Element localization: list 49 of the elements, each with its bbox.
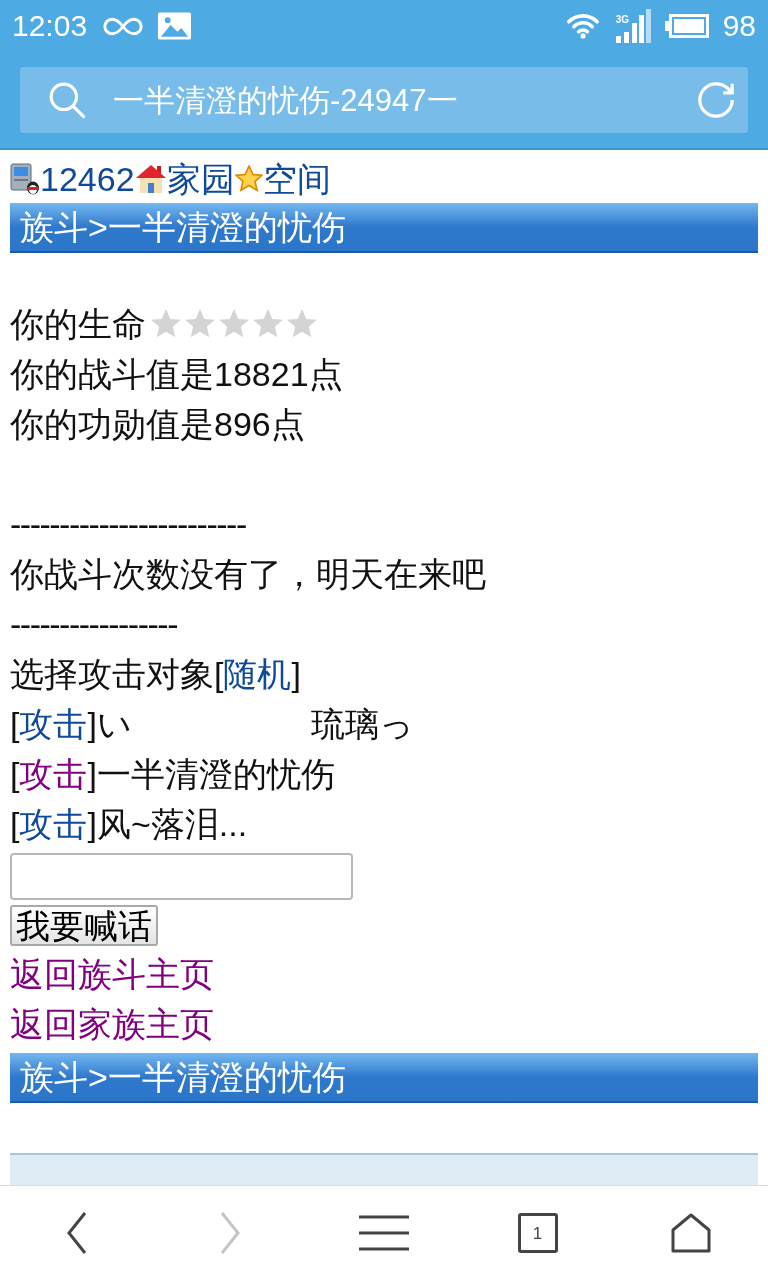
dashed-divider-text: ----------------- bbox=[10, 604, 177, 645]
star-icon bbox=[286, 309, 318, 339]
home-icon bbox=[671, 1213, 712, 1253]
page-title: 一半清澄的忧伤-24947一 bbox=[113, 84, 458, 116]
attack-link[interactable]: 攻击 bbox=[19, 705, 88, 743]
status-time: 12:03 bbox=[12, 11, 88, 41]
back-link[interactable]: 返回家族主页 bbox=[10, 1007, 214, 1041]
top-link[interactable]: 空间 bbox=[262, 162, 331, 196]
house-icon bbox=[134, 164, 167, 194]
back-link[interactable]: 返回族斗主页 bbox=[10, 957, 214, 991]
computer-icon bbox=[10, 163, 40, 195]
star-icon bbox=[252, 309, 284, 339]
chevron-right-icon bbox=[220, 1211, 241, 1255]
back-button[interactable] bbox=[66, 1211, 87, 1255]
attack-link[interactable]: 攻击 bbox=[19, 805, 88, 843]
search-icon bbox=[48, 81, 86, 119]
top-link[interactable]: 12462 bbox=[40, 162, 135, 196]
refresh-icon bbox=[698, 82, 734, 118]
battery-icon bbox=[664, 14, 709, 38]
notice-text: 你战斗次数没有了，明天在来吧 bbox=[10, 554, 486, 595]
star-icon bbox=[218, 309, 250, 339]
attack-link[interactable]: 攻击 bbox=[19, 755, 88, 793]
infinity-icon bbox=[103, 16, 144, 36]
attack-row-text: [攻击]一半清澄的忧伤 bbox=[10, 754, 335, 795]
shout-input-field[interactable] bbox=[10, 853, 353, 900]
random-link[interactable]: 随机 bbox=[223, 655, 292, 693]
wifi-icon bbox=[565, 13, 600, 39]
home-button[interactable] bbox=[671, 1213, 712, 1253]
menu-button[interactable] bbox=[359, 1215, 409, 1251]
life-label: 你的生命 bbox=[10, 307, 146, 341]
star-icon bbox=[234, 165, 263, 193]
dashed-divider-text: ------------------------ bbox=[10, 504, 246, 545]
shout-button[interactable]: 我要喊话 bbox=[10, 905, 158, 946]
section-title: 族斗>一半清澄的忧伤 bbox=[20, 1060, 346, 1094]
section-title: 族斗>一半清澄的忧伤 bbox=[20, 210, 346, 244]
attack-row-text: [攻击]风~落泪... bbox=[10, 804, 248, 845]
battery-percent: 98 bbox=[722, 11, 756, 41]
tabs-button[interactable]: 1 bbox=[517, 1213, 558, 1253]
menu-icon bbox=[359, 1215, 409, 1251]
network-type-text: 3G bbox=[615, 15, 629, 25]
attack-row-text: [攻击]い 琉璃っ bbox=[10, 704, 415, 745]
top-link[interactable]: 家园 bbox=[166, 162, 235, 196]
image-icon bbox=[158, 12, 192, 40]
stat-text: 你的功勋值是896点 bbox=[10, 404, 305, 445]
attack-target-prompt: 选择攻击对象[随机] bbox=[10, 654, 301, 695]
star-icon bbox=[150, 309, 182, 339]
chevron-left-icon bbox=[66, 1211, 87, 1255]
stat-text: 你的战斗值是18821点 bbox=[10, 354, 343, 395]
star-icon bbox=[184, 309, 216, 339]
